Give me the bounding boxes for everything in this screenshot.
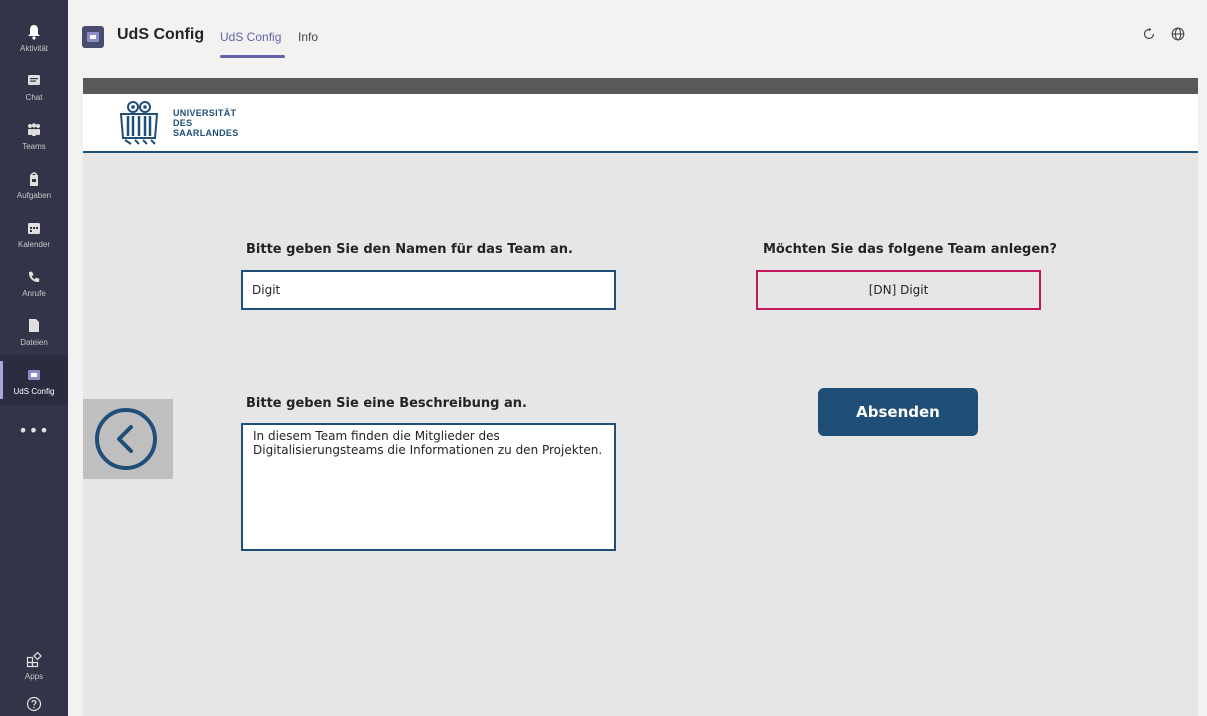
app-header: UdS Config UdS Config Info	[68, 0, 1207, 68]
apps-icon	[24, 650, 44, 670]
chat-icon	[24, 71, 44, 91]
reload-icon[interactable]	[1141, 26, 1157, 42]
active-tab-indicator	[220, 55, 285, 58]
help-button[interactable]	[0, 692, 68, 716]
confirm-label: Möchten Sie das folgene Team anlegen?	[763, 242, 1057, 257]
description-label: Bitte geben Sie eine Beschreibung an.	[246, 396, 527, 411]
app-content: UNIVERSITÄT DES SAARLANDES Bitte geben S…	[83, 78, 1198, 716]
app-title: UdS Config	[117, 26, 205, 43]
app-rail: Aktivität Chat Teams Aufgaben Kalender A…	[0, 0, 68, 716]
rail-item-chat[interactable]: Chat	[0, 61, 68, 111]
rail-item-tasks[interactable]: Aufgaben	[0, 159, 68, 209]
rail-item-apps[interactable]: Apps	[0, 640, 68, 690]
teams-icon	[24, 120, 44, 140]
rail-item-label: Dateien	[20, 337, 48, 347]
file-icon	[24, 316, 44, 336]
rail-item-teams[interactable]: Teams	[0, 110, 68, 160]
more-apps-button[interactable]: •••	[0, 415, 68, 445]
uds-app-icon	[82, 26, 104, 48]
top-stripe	[83, 78, 1198, 94]
tasks-icon	[24, 169, 44, 189]
bell-icon	[24, 22, 44, 42]
team-name-input[interactable]	[241, 270, 616, 310]
rail-item-files[interactable]: Dateien	[0, 306, 68, 356]
rail-item-calls[interactable]: Anrufe	[0, 257, 68, 307]
team-name-preview: [DN] Digit	[756, 270, 1041, 310]
phone-icon	[24, 267, 44, 287]
rail-item-label: Apps	[24, 671, 44, 681]
back-button[interactable]	[83, 399, 173, 479]
calendar-icon	[24, 218, 44, 238]
university-name-line2: DES	[173, 118, 193, 128]
university-name: UNIVERSITÄT DES SAARLANDES	[173, 108, 239, 138]
rail-item-uds-config[interactable]: UdS Config	[0, 355, 68, 405]
university-name-line3: SAARLANDES	[173, 128, 239, 138]
rail-item-label: Aktivität	[19, 43, 48, 53]
rail-item-label: Chat	[25, 92, 43, 102]
rail-item-label: Aufgaben	[16, 190, 52, 200]
chevron-left-icon	[117, 425, 133, 453]
globe-icon[interactable]	[1170, 26, 1186, 42]
rail-item-calendar[interactable]: Kalender	[0, 208, 68, 258]
submit-button[interactable]: Absenden	[818, 388, 978, 436]
uds-app-icon	[24, 365, 44, 385]
tab-uds-config[interactable]: UdS Config	[220, 30, 281, 44]
rail-item-label: Anrufe	[22, 288, 46, 298]
tab-info[interactable]: Info	[298, 30, 318, 44]
help-icon	[24, 694, 44, 714]
description-textarea[interactable]: In diesem Team finden die Mitglieder des…	[241, 423, 616, 551]
logo-banner: UNIVERSITÄT DES SAARLANDES	[83, 94, 1198, 153]
rail-item-label: UdS Config	[13, 386, 55, 396]
university-logo	[117, 100, 161, 146]
university-name-line1: UNIVERSITÄT	[173, 108, 237, 118]
back-circle	[95, 408, 157, 470]
rail-item-label: Teams	[22, 141, 46, 151]
team-name-label: Bitte geben Sie den Namen für das Team a…	[246, 242, 573, 257]
rail-item-label: Kalender	[17, 239, 51, 249]
rail-item-activity[interactable]: Aktivität	[0, 12, 68, 62]
